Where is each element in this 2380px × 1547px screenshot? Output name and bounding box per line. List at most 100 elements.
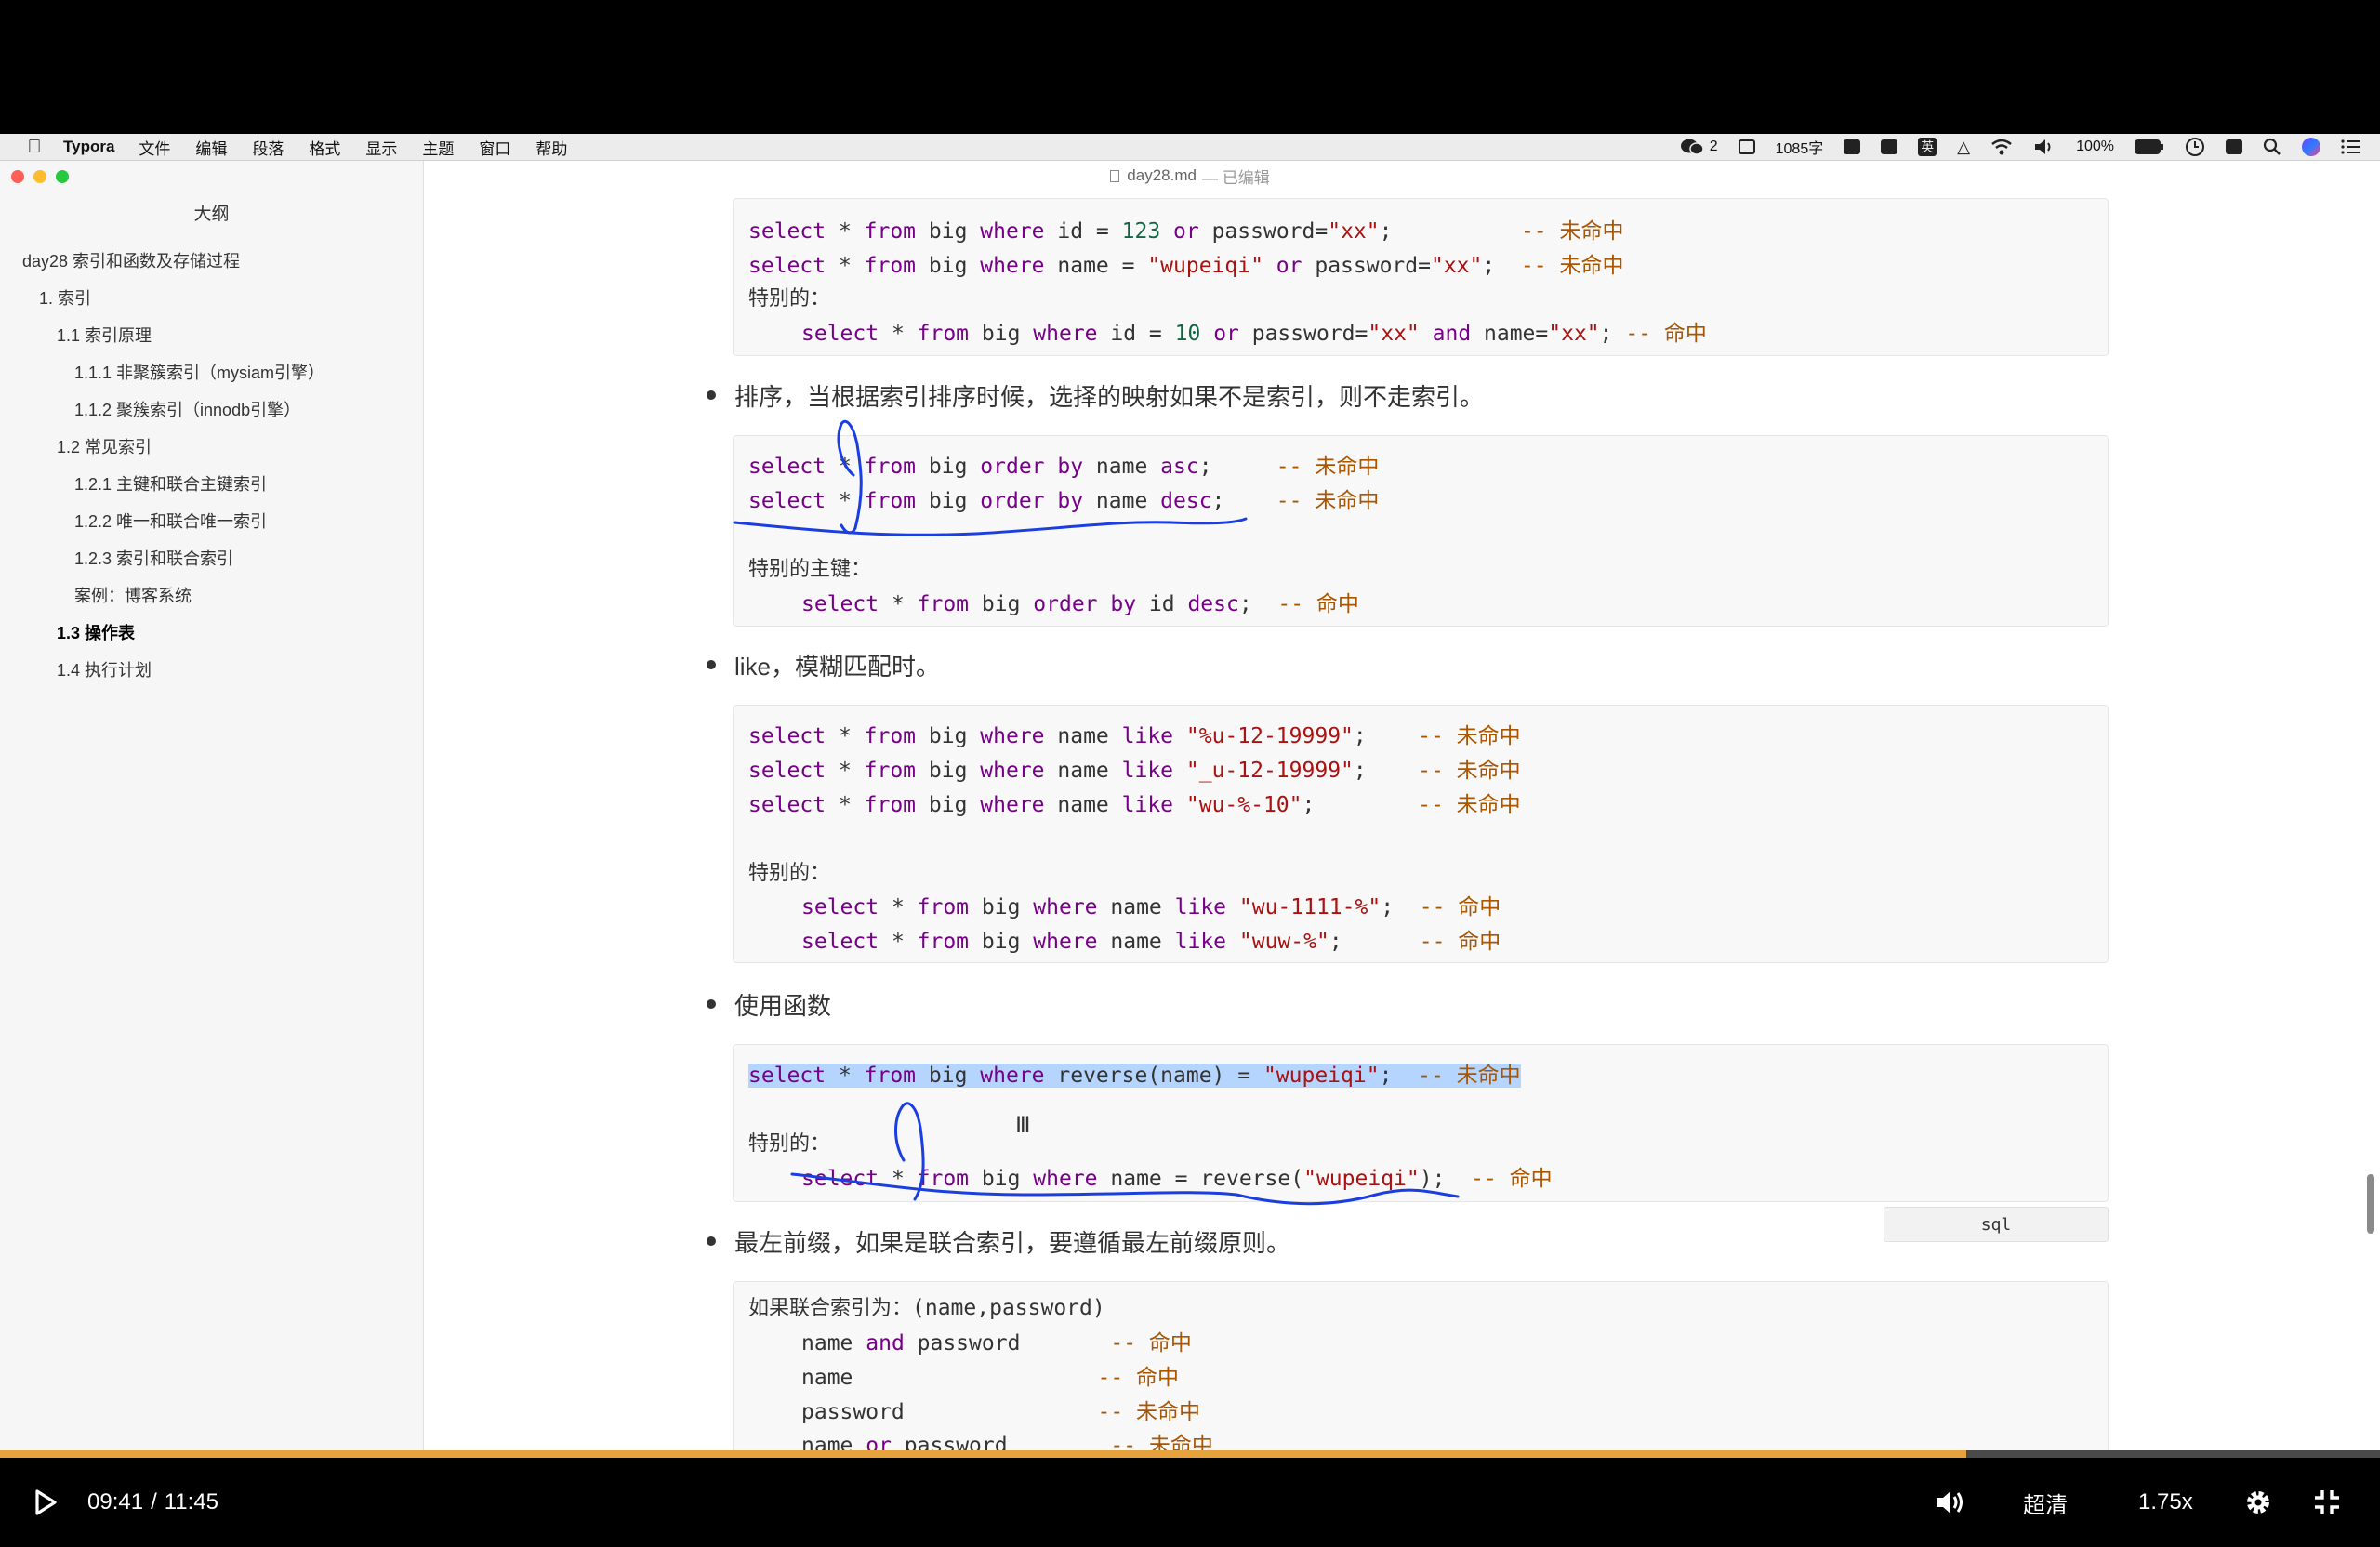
outline-item[interactable]: 1.2.1 主键和联合主键索引 (0, 466, 423, 503)
time-display: 09:41 / 11:45 (87, 1458, 218, 1547)
fullscreen-button[interactable] (2313, 1458, 2341, 1547)
network-icon[interactable]: △ (1957, 138, 1970, 157)
code-token: from (864, 724, 917, 748)
progress-bar[interactable] (0, 1450, 2380, 1458)
menu-view[interactable]: 显示 (365, 136, 397, 159)
wechat-status[interactable]: 2 (1680, 138, 1718, 156)
outline-item[interactable]: 1. 索引 (0, 280, 423, 317)
outline-item[interactable]: 1.1.1 非聚簇索引（mysiam引擎） (0, 354, 423, 391)
code-token: desc (1160, 489, 1212, 513)
word-count[interactable]: 1085字 (1776, 136, 1824, 158)
menu-paragraph[interactable]: 段落 (252, 136, 284, 159)
volume-button[interactable] (1934, 1458, 1965, 1547)
video-letterbox (0, 0, 2380, 134)
menu-app-name[interactable]: Typora (63, 138, 114, 156)
editor-scrollbar[interactable] (2367, 1174, 2374, 1234)
code-token: -- 命中 (1419, 895, 1501, 919)
speed-selector[interactable]: 1.75x (2138, 1458, 2193, 1547)
code-line-content: select * from big order by name asc; -- … (748, 455, 1379, 479)
menu-window[interactable]: 窗口 (479, 136, 510, 159)
code-line: 特别的： (748, 1130, 830, 1157)
settings-button[interactable] (2244, 1458, 2272, 1547)
outline-item[interactable]: 1.3 操作表 (0, 615, 423, 652)
outline-item[interactable]: 1.2.2 唯一和联合唯一索引 (0, 503, 423, 540)
siri-icon[interactable] (2302, 138, 2320, 156)
code-token: "xx" (1430, 254, 1483, 278)
selected-text: select * from big where reverse(name) = … (748, 1064, 1521, 1088)
outline-item[interactable]: 1.1.2 聚簇索引（innodb引擎） (0, 391, 423, 429)
outline-item[interactable]: day28 索引和函数及存储过程 (0, 243, 423, 280)
code-token: "_u-12-19999" (1185, 759, 1354, 783)
code-token: big (969, 322, 1034, 346)
quality-selector[interactable]: 超清 (2023, 1458, 2068, 1547)
mac-menubar:  Typora 文件 编辑 段落 格式 显示 主题 窗口 帮助 2 1085字… (0, 134, 2380, 161)
code-token: password= (1198, 219, 1329, 244)
code-line: select * from big order by name asc; -- … (748, 453, 1379, 481)
code-token: 特别的： (748, 861, 831, 884)
menu-edit[interactable]: 编辑 (195, 136, 227, 159)
code-token: name (801, 1434, 866, 1450)
outline-item[interactable]: 1.4 执行计划 (0, 652, 423, 689)
code-line-content: select * from big where id = 10 or passw… (801, 322, 1707, 346)
menu-file[interactable]: 文件 (139, 136, 170, 159)
code-line: select * from big order by name desc; --… (748, 487, 1379, 515)
code-token: like (1121, 724, 1174, 748)
apple-icon[interactable]:  (24, 137, 45, 157)
code-token: name = reverse( (1097, 1167, 1304, 1191)
mic-icon[interactable] (1844, 139, 1861, 154)
code-line: name and password -- 命中 (801, 1329, 1192, 1357)
wifi-icon[interactable] (1990, 139, 2013, 155)
code-token: id = (1044, 219, 1122, 244)
code-language-selector[interactable]: sql (1884, 1207, 2109, 1242)
code-token: where (1033, 322, 1098, 346)
code-block-function[interactable]: select * from big where reverse(name) = … (733, 1044, 2109, 1202)
code-block-like[interactable]: select * from big where name like "%u-12… (733, 705, 2109, 963)
bullet-text-function: 使用函数 (734, 991, 832, 1020)
bullet-text-leftmost-prefix: 最左前缀，如果是联合索引，要遵循最左前缀原则。 (734, 1228, 1291, 1257)
spotlight-search-icon[interactable] (2263, 138, 2281, 156)
code-line: select * from big where name = reverse("… (801, 1165, 1553, 1193)
code-token: where (980, 254, 1045, 278)
minimize-button[interactable] (33, 170, 46, 183)
notification-center-icon[interactable] (2341, 139, 2361, 155)
close-button[interactable] (11, 170, 24, 183)
app-status-icon[interactable] (2226, 139, 2242, 154)
input-method-icon[interactable] (1881, 139, 1898, 154)
code-line: name or password -- 未命中 (801, 1432, 1213, 1450)
code-token: asc (1160, 455, 1199, 479)
outline-item[interactable]: 1.2 常见索引 (0, 429, 423, 466)
menu-help[interactable]: 帮助 (536, 136, 567, 159)
clock-icon[interactable] (2185, 137, 2205, 157)
play-button[interactable] (33, 1458, 58, 1547)
code-block-order-by[interactable]: select * from big order by name asc; -- … (733, 435, 2109, 627)
outline-item[interactable]: 案例：博客系统 (0, 577, 423, 615)
menu-format[interactable]: 格式 (309, 136, 340, 159)
code-token: big (916, 219, 981, 244)
code-token: select (801, 592, 879, 616)
code-token: -- 命中 (1110, 1331, 1192, 1355)
window-controls (11, 170, 69, 183)
battery-percent[interactable]: 100% (2076, 139, 2114, 155)
code-token: big (916, 489, 981, 513)
code-token: "xx" (1548, 322, 1600, 346)
menu-theme[interactable]: 主题 (422, 136, 454, 159)
battery-icon[interactable] (2135, 139, 2164, 154)
bullet-like: like，模糊匹配时。 (707, 646, 940, 683)
code-token: where (980, 1064, 1045, 1088)
maximize-button[interactable] (56, 170, 69, 183)
code-line-content: name -- 命中 (801, 1366, 1179, 1390)
code-token: ; (1482, 254, 1521, 278)
screen-record-icon[interactable] (1738, 139, 1755, 154)
editor-content[interactable]: select * from big where id = 123 or pass… (424, 161, 2380, 1450)
outline-item[interactable]: 1.2.3 索引和联合索引 (0, 540, 423, 577)
outline-item[interactable]: 1.1 索引原理 (0, 317, 423, 354)
code-token: from (864, 759, 917, 783)
code-block-composite-index[interactable]: 如果联合索引为：(name,password) name and password… (733, 1281, 2109, 1450)
ime-label[interactable]: 英 (1918, 138, 1937, 156)
code-token: 特别的： (748, 1131, 831, 1155)
code-block-or[interactable]: select * from big where id = 123 or pass… (733, 198, 2109, 356)
volume-icon[interactable] (2033, 138, 2056, 156)
